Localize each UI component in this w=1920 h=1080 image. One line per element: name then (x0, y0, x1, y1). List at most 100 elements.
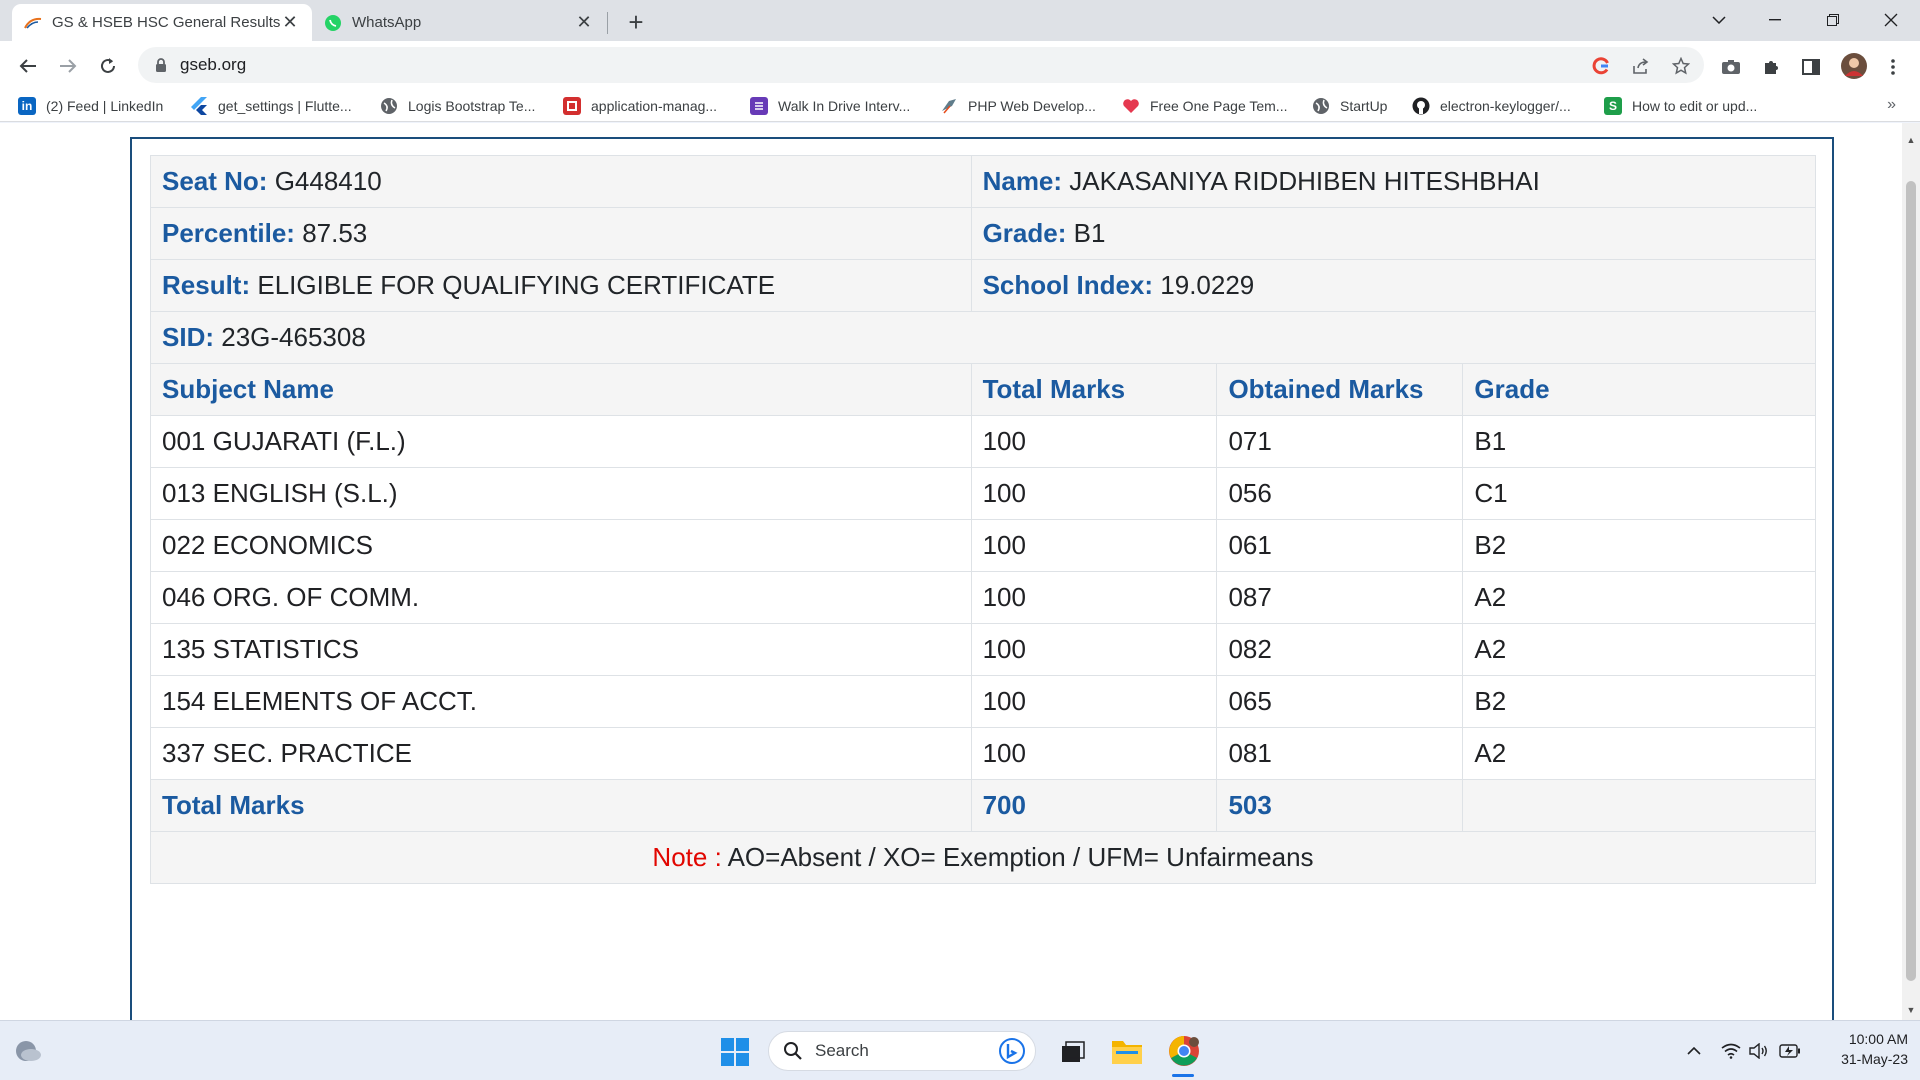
overall-grade-value: B1 (1073, 218, 1106, 248)
forward-arrow-icon[interactable] (52, 50, 84, 82)
subject-grade: C1 (1462, 467, 1816, 520)
note-cell: Note : AO=Absent / XO= Exemption / UFM= … (150, 831, 1816, 884)
file-explorer-icon[interactable] (1110, 1035, 1144, 1067)
whatsapp-icon (324, 14, 342, 32)
subject-grade: A2 (1462, 727, 1816, 780)
heart-icon (1122, 97, 1140, 115)
reload-icon[interactable] (92, 50, 124, 82)
table-row: Percentile: 87.53 Grade: B1 (150, 207, 1817, 260)
bookmark-flutter[interactable]: get_settings | Flutte... (190, 95, 352, 117)
header-grade: Grade (1462, 363, 1816, 416)
tab-title: GS & HSEB HSC General Results | (52, 14, 280, 31)
subject-obtained: 061 (1216, 519, 1464, 572)
battery-icon[interactable] (1778, 1041, 1802, 1061)
clock-date: 31-May-23 (1841, 1051, 1908, 1067)
sid-cell: SID: 23G-465308 (150, 311, 1816, 364)
bookmark-label: application-manag... (591, 98, 718, 114)
sid-label: SID: (162, 322, 214, 352)
bird-icon (940, 97, 958, 115)
subject-total: 100 (970, 467, 1218, 520)
subject-obtained: 056 (1216, 467, 1464, 520)
bing-icon[interactable] (999, 1038, 1025, 1064)
header-obtained-marks: Obtained Marks (1216, 363, 1464, 416)
tab-whatsapp[interactable]: WhatsApp ✕ (312, 4, 606, 41)
percentile-label: Percentile: (162, 218, 295, 248)
tab-close-icon[interactable]: ✕ (574, 12, 594, 33)
wifi-icon[interactable] (1720, 1041, 1742, 1061)
task-view-icon[interactable] (1058, 1037, 1088, 1067)
bookmark-how-to-edit[interactable]: S How to edit or upd... (1604, 95, 1757, 117)
scroll-up-arrow-icon[interactable]: ▲ (1906, 135, 1916, 145)
url-text: gseb.org (180, 55, 247, 74)
bookmark-star-icon[interactable] (1670, 55, 1692, 77)
share-icon[interactable] (1630, 55, 1652, 77)
subject-name: 046 ORG. OF COMM. (150, 571, 972, 624)
subject-name: 135 STATISTICS (150, 623, 972, 676)
volume-icon[interactable] (1748, 1041, 1770, 1061)
profile-avatar[interactable] (1840, 52, 1868, 80)
close-window-icon[interactable] (1868, 0, 1914, 40)
bookmark-free-one-page[interactable]: Free One Page Tem... (1122, 95, 1287, 117)
green-s-icon: S (1604, 97, 1622, 115)
windows-start-icon[interactable] (720, 1037, 750, 1067)
taskbar-search-box[interactable]: Search (768, 1031, 1036, 1071)
bookmark-logis[interactable]: Logis Bootstrap Te... (380, 95, 535, 117)
subject-obtained: 081 (1216, 727, 1464, 780)
bookmark-linkedin[interactable]: in (2) Feed | LinkedIn (18, 95, 163, 117)
bookmark-application-manager[interactable]: application-manag... (563, 95, 717, 117)
address-bar[interactable]: gseb.org (138, 47, 1704, 83)
note-row: Note : AO=Absent / XO= Exemption / UFM= … (150, 831, 1816, 884)
chrome-taskbar-icon[interactable] (1166, 1033, 1202, 1069)
screenshot-camera-icon[interactable] (1720, 56, 1742, 78)
lock-icon[interactable] (152, 56, 170, 74)
tab-close-icon[interactable]: ✕ (280, 12, 300, 33)
clock-time: 10:00 AM (1848, 1031, 1908, 1047)
bookmarks-bar: in (2) Feed | LinkedIn get_settings | Fl… (0, 90, 1920, 122)
totals-empty-cell (1462, 779, 1816, 832)
hidden-icons-chevron-icon[interactable] (1684, 1041, 1704, 1061)
bookmark-label: How to edit or upd... (1632, 98, 1758, 114)
result-table: Seat No: G448410 Name: JAKASANIYA RIDDHI… (150, 155, 1817, 884)
bookmark-walk-in-drive[interactable]: Walk In Drive Interv... (750, 95, 910, 117)
bookmark-label: (2) Feed | LinkedIn (46, 98, 164, 114)
weather-widget-icon[interactable] (14, 1037, 42, 1065)
minimize-icon[interactable] (1752, 0, 1798, 40)
new-tab-plus-icon[interactable]: + (622, 7, 650, 37)
subject-total: 100 (970, 415, 1218, 468)
bookmark-startup[interactable]: StartUp (1312, 95, 1387, 117)
more-bookmarks-chevron-icon[interactable]: » (1887, 96, 1896, 114)
tab-gseb-results[interactable]: GS & HSEB HSC General Results | ✕ (12, 4, 312, 41)
page-viewport: Seat No: G448410 Name: JAKASANIYA RIDDHI… (0, 123, 1902, 1020)
subject-name: 001 GUJARATI (F.L.) (150, 415, 972, 468)
extensions-puzzle-icon[interactable] (1760, 56, 1782, 78)
sid-value: 23G-465308 (221, 322, 366, 352)
tab-search-chevron-icon[interactable] (1696, 0, 1742, 40)
bookmark-label: electron-keylogger/... (1440, 98, 1571, 114)
bookmark-electron-keylogger[interactable]: electron-keylogger/... (1412, 95, 1571, 117)
system-clock[interactable]: 10:00 AM 31-May-23 (1808, 1029, 1908, 1069)
back-arrow-icon[interactable] (12, 50, 44, 82)
github-icon (1412, 97, 1430, 115)
school-index-cell: School Index: 19.0229 (970, 259, 1817, 312)
subject-obtained: 087 (1216, 571, 1464, 624)
scroll-down-arrow-icon[interactable]: ▼ (1906, 1005, 1916, 1015)
restore-icon[interactable] (1810, 0, 1856, 40)
subject-name: 154 ELEMENTS OF ACCT. (150, 675, 972, 728)
subject-total: 100 (970, 571, 1218, 624)
seat-no-label: Seat No: (162, 166, 268, 196)
linkedin-icon: in (18, 97, 36, 115)
flutter-icon (190, 97, 208, 115)
note-text: AO=Absent / XO= Exemption / UFM= Unfairm… (727, 842, 1314, 872)
percentile-value: 87.53 (302, 218, 368, 248)
scrollbar-thumb[interactable] (1906, 181, 1916, 981)
bookmark-php-web[interactable]: PHP Web Develop... (940, 95, 1096, 117)
purple-form-icon (750, 97, 768, 115)
active-app-indicator (1172, 1074, 1194, 1077)
tab-title: WhatsApp (352, 14, 422, 31)
vertical-scrollbar[interactable]: ▲ ▼ (1902, 123, 1920, 1020)
google-lens-icon[interactable] (1590, 55, 1612, 77)
bookmark-label: get_settings | Flutte... (218, 98, 352, 114)
side-panel-icon[interactable] (1800, 56, 1822, 78)
bookmark-label: Free One Page Tem... (1150, 98, 1288, 114)
chrome-menu-kebab-icon[interactable] (1882, 56, 1904, 78)
